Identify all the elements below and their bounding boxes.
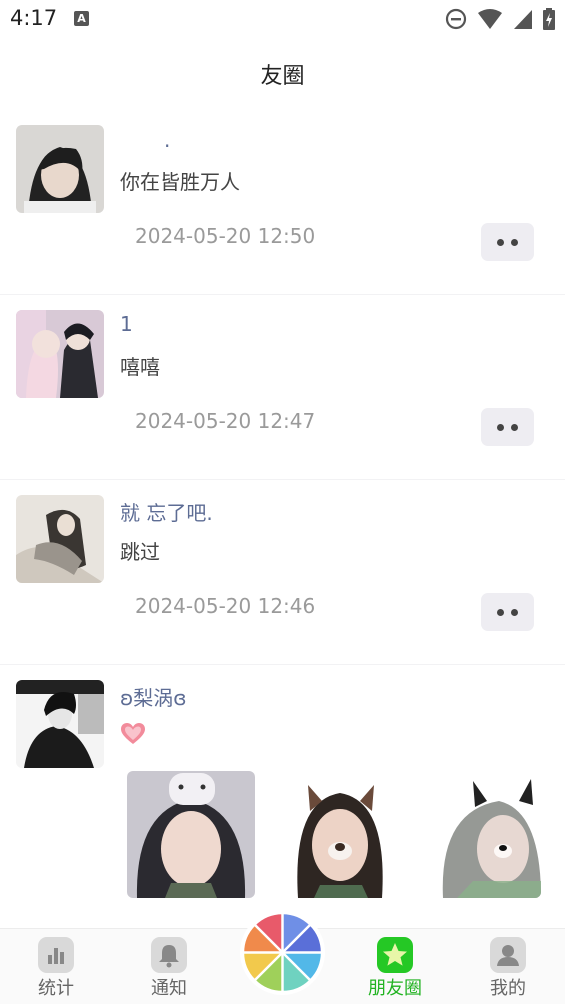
bell-icon xyxy=(151,937,187,973)
tab-label: 朋友圈 xyxy=(368,978,422,999)
notification-a-icon: A xyxy=(74,11,89,26)
wifi-icon xyxy=(478,9,502,29)
more-button[interactable] xyxy=(481,223,534,261)
battery-icon xyxy=(543,8,555,30)
post-item: . 你在皆胜万人 2024-05-20 12:50 xyxy=(0,110,565,295)
signal-icon xyxy=(514,10,532,29)
tab-notifications[interactable]: 通知 xyxy=(129,929,209,1004)
dot-icon xyxy=(511,608,518,616)
post-item: 1 嘻嘻 2024-05-20 12:47 xyxy=(0,295,565,480)
post-username[interactable]: ʚ梨涡ɞ xyxy=(120,682,187,711)
post-photo[interactable] xyxy=(270,771,398,898)
page-title: 友圈 xyxy=(260,64,305,89)
status-icons xyxy=(445,8,555,30)
more-button[interactable] xyxy=(481,593,534,631)
post-content: 跳过 xyxy=(120,540,160,564)
avatar[interactable] xyxy=(16,125,104,213)
tab-label: 统计 xyxy=(38,978,74,999)
do-not-disturb-icon xyxy=(445,8,467,30)
post-time: 2024-05-20 12:47 xyxy=(135,409,316,433)
heart-emoji-icon xyxy=(121,723,145,744)
status-time: 4:17 xyxy=(10,6,58,30)
tab-profile[interactable]: 我的 xyxy=(468,929,548,1004)
user-icon xyxy=(490,937,526,973)
dot-icon xyxy=(511,238,518,246)
tab-label: 通知 xyxy=(151,978,187,999)
post-username[interactable]: . xyxy=(164,128,170,152)
post-photo[interactable] xyxy=(127,771,255,898)
avatar[interactable] xyxy=(16,495,104,583)
dot-icon xyxy=(511,423,518,431)
dot-icon xyxy=(497,608,504,616)
post-content: 嘻嘻 xyxy=(120,355,160,379)
dot-icon xyxy=(497,423,504,431)
color-wheel-button[interactable] xyxy=(239,909,326,996)
chart-icon xyxy=(38,937,74,973)
post-username[interactable]: 就 忘了吧. xyxy=(120,497,213,526)
more-button[interactable] xyxy=(481,408,534,446)
tab-moments[interactable]: 朋友圈 xyxy=(355,929,435,1004)
post-content: 你在皆胜万人 xyxy=(120,170,240,194)
status-bar: 4:17 A xyxy=(0,0,565,40)
post-username[interactable]: 1 xyxy=(120,312,133,336)
tab-statistics[interactable]: 统计 xyxy=(16,929,96,1004)
post-time: 2024-05-20 12:46 xyxy=(135,594,316,618)
dot-icon xyxy=(497,238,504,246)
avatar[interactable] xyxy=(16,310,104,398)
post-time: 2024-05-20 12:50 xyxy=(135,224,316,248)
star-icon xyxy=(377,937,413,973)
tab-label: 我的 xyxy=(490,978,526,999)
post-item: 就 忘了吧. 跳过 2024-05-20 12:46 xyxy=(0,480,565,665)
post-photo[interactable] xyxy=(413,771,541,898)
avatar[interactable] xyxy=(16,680,104,768)
